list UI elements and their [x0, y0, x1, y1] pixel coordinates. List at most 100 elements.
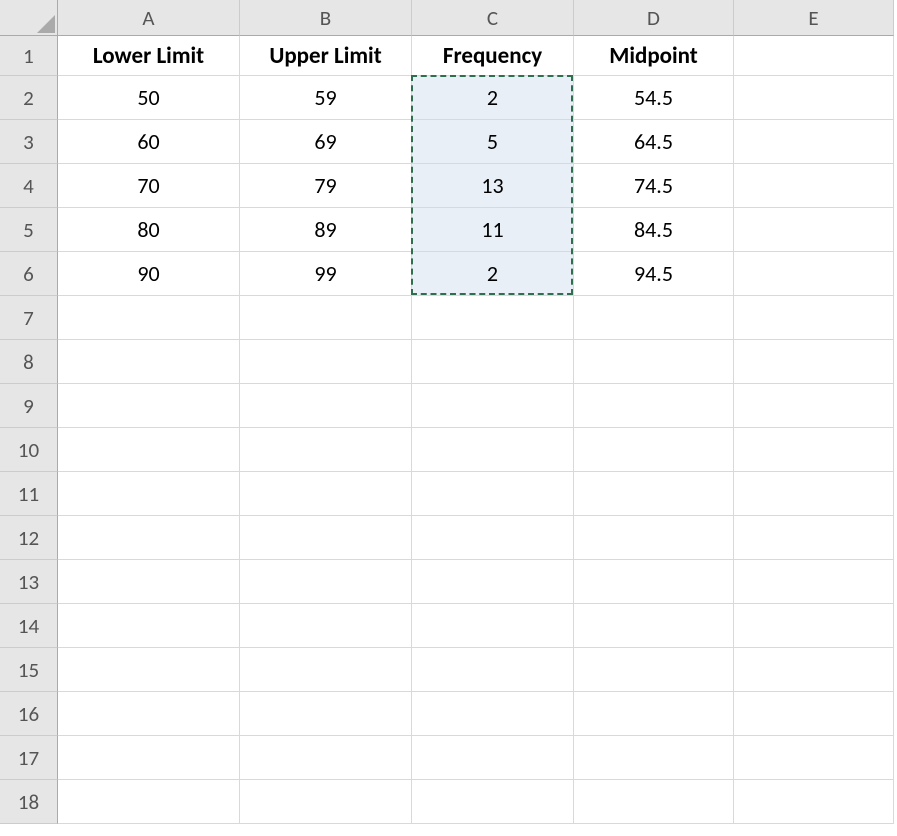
cell-B14[interactable]: [240, 604, 412, 648]
cell-B5[interactable]: 89: [240, 208, 412, 252]
cell-A4[interactable]: 70: [58, 164, 240, 208]
cell-C5[interactable]: 11: [412, 208, 574, 252]
cell-A7[interactable]: [58, 296, 240, 340]
cell-A14[interactable]: [58, 604, 240, 648]
row-header-3[interactable]: 3: [0, 120, 58, 164]
cell-E1[interactable]: [734, 36, 894, 76]
cell-E12[interactable]: [734, 516, 894, 560]
cell-B16[interactable]: [240, 692, 412, 736]
cell-A10[interactable]: [58, 428, 240, 472]
cell-B11[interactable]: [240, 472, 412, 516]
cell-B13[interactable]: [240, 560, 412, 604]
cell-D18[interactable]: [574, 780, 734, 824]
cell-D10[interactable]: [574, 428, 734, 472]
row-header-4[interactable]: 4: [0, 164, 58, 208]
cell-C16[interactable]: [412, 692, 574, 736]
cell-B4[interactable]: 79: [240, 164, 412, 208]
cell-A9[interactable]: [58, 384, 240, 428]
cell-A2[interactable]: 50: [58, 76, 240, 120]
cell-D8[interactable]: [574, 340, 734, 384]
cell-A18[interactable]: [58, 780, 240, 824]
cell-B18[interactable]: [240, 780, 412, 824]
column-header-B[interactable]: B: [240, 0, 412, 36]
cell-A13[interactable]: [58, 560, 240, 604]
cell-E9[interactable]: [734, 384, 894, 428]
cell-A5[interactable]: 80: [58, 208, 240, 252]
row-header-18[interactable]: 18: [0, 780, 58, 824]
cell-B7[interactable]: [240, 296, 412, 340]
cell-D1[interactable]: Midpoint: [574, 36, 734, 76]
cell-E14[interactable]: [734, 604, 894, 648]
cell-E16[interactable]: [734, 692, 894, 736]
cell-B12[interactable]: [240, 516, 412, 560]
cell-E6[interactable]: [734, 252, 894, 296]
cell-D4[interactable]: 74.5: [574, 164, 734, 208]
cell-E3[interactable]: [734, 120, 894, 164]
column-header-D[interactable]: D: [574, 0, 734, 36]
row-header-9[interactable]: 9: [0, 384, 58, 428]
cell-D6[interactable]: 94.5: [574, 252, 734, 296]
cell-E2[interactable]: [734, 76, 894, 120]
cell-C9[interactable]: [412, 384, 574, 428]
cell-E15[interactable]: [734, 648, 894, 692]
cell-D12[interactable]: [574, 516, 734, 560]
cell-E11[interactable]: [734, 472, 894, 516]
row-header-17[interactable]: 17: [0, 736, 58, 780]
cell-B15[interactable]: [240, 648, 412, 692]
cell-E8[interactable]: [734, 340, 894, 384]
row-header-16[interactable]: 16: [0, 692, 58, 736]
cell-C6[interactable]: 2: [412, 252, 574, 296]
column-header-E[interactable]: E: [734, 0, 894, 36]
row-header-1[interactable]: 1: [0, 36, 58, 76]
select-all-corner[interactable]: [0, 0, 58, 36]
cell-A8[interactable]: [58, 340, 240, 384]
cell-E10[interactable]: [734, 428, 894, 472]
cell-C1[interactable]: Frequency: [412, 36, 574, 76]
cell-C10[interactable]: [412, 428, 574, 472]
cell-E4[interactable]: [734, 164, 894, 208]
cell-C18[interactable]: [412, 780, 574, 824]
cell-E18[interactable]: [734, 780, 894, 824]
cell-C12[interactable]: [412, 516, 574, 560]
row-header-8[interactable]: 8: [0, 340, 58, 384]
row-header-14[interactable]: 14: [0, 604, 58, 648]
cell-A17[interactable]: [58, 736, 240, 780]
cell-C7[interactable]: [412, 296, 574, 340]
cell-A3[interactable]: 60: [58, 120, 240, 164]
cell-B10[interactable]: [240, 428, 412, 472]
cell-D15[interactable]: [574, 648, 734, 692]
row-header-11[interactable]: 11: [0, 472, 58, 516]
cell-C13[interactable]: [412, 560, 574, 604]
cell-D2[interactable]: 54.5: [574, 76, 734, 120]
cell-D9[interactable]: [574, 384, 734, 428]
cell-E17[interactable]: [734, 736, 894, 780]
cell-D11[interactable]: [574, 472, 734, 516]
cell-B17[interactable]: [240, 736, 412, 780]
cell-E7[interactable]: [734, 296, 894, 340]
cell-A16[interactable]: [58, 692, 240, 736]
spreadsheet[interactable]: ABCDE 123456789101112131415161718 Lower …: [0, 0, 897, 836]
cell-B9[interactable]: [240, 384, 412, 428]
cell-A6[interactable]: 90: [58, 252, 240, 296]
cell-A15[interactable]: [58, 648, 240, 692]
row-header-2[interactable]: 2: [0, 76, 58, 120]
cell-B6[interactable]: 99: [240, 252, 412, 296]
cell-D14[interactable]: [574, 604, 734, 648]
cell-C11[interactable]: [412, 472, 574, 516]
cell-D7[interactable]: [574, 296, 734, 340]
column-header-C[interactable]: C: [412, 0, 574, 36]
cell-A12[interactable]: [58, 516, 240, 560]
row-header-10[interactable]: 10: [0, 428, 58, 472]
cell-D5[interactable]: 84.5: [574, 208, 734, 252]
cell-C8[interactable]: [412, 340, 574, 384]
cell-C15[interactable]: [412, 648, 574, 692]
cell-A1[interactable]: Lower Limit: [58, 36, 240, 76]
cell-A11[interactable]: [58, 472, 240, 516]
row-header-12[interactable]: 12: [0, 516, 58, 560]
cell-B3[interactable]: 69: [240, 120, 412, 164]
cell-C2[interactable]: 2: [412, 76, 574, 120]
row-header-6[interactable]: 6: [0, 252, 58, 296]
row-header-7[interactable]: 7: [0, 296, 58, 340]
cell-D16[interactable]: [574, 692, 734, 736]
cell-E5[interactable]: [734, 208, 894, 252]
